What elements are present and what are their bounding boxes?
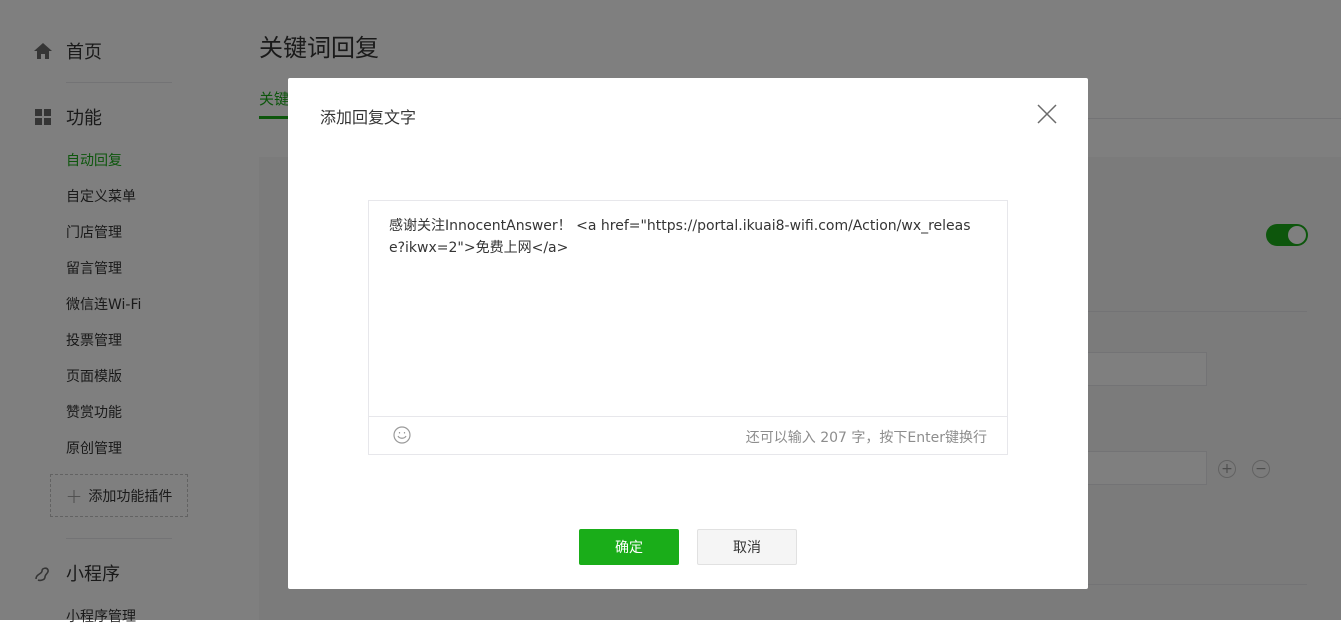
- emoji-icon[interactable]: [393, 426, 411, 444]
- cancel-button[interactable]: 取消: [697, 529, 797, 565]
- confirm-button[interactable]: 确定: [579, 529, 679, 565]
- reply-text-content[interactable]: 感谢关注InnocentAnswer！ <a href="https://por…: [389, 215, 977, 259]
- add-reply-text-dialog: 添加回复文字 感谢关注InnocentAnswer！ <a href="http…: [288, 78, 1088, 589]
- editor-footer: 还可以输入 207 字，按下Enter键换行: [369, 416, 1007, 454]
- dialog-title: 添加回复文字: [320, 108, 417, 127]
- close-icon[interactable]: [1036, 103, 1058, 125]
- reply-text-editor[interactable]: 感谢关注InnocentAnswer！ <a href="https://por…: [368, 200, 1008, 455]
- char-count-tip: 还可以输入 207 字，按下Enter键换行: [745, 430, 987, 446]
